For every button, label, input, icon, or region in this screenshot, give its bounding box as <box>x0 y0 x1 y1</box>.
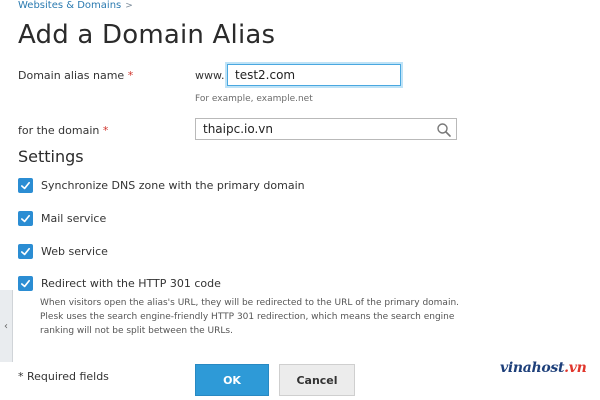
redirect-description: When visitors open the alias's URL, they… <box>40 298 460 336</box>
watermark-suffix: .vn <box>564 360 587 376</box>
checkmark-icon <box>21 181 30 190</box>
for-domain-label-text: for the domain <box>18 124 100 137</box>
domain-select[interactable]: thaipc.io.vn <box>195 118 457 140</box>
alias-name-label: Domain alias name * <box>18 69 133 82</box>
page-title: Add a Domain Alias <box>18 20 276 50</box>
alias-name-input[interactable]: test2.com <box>227 64 401 86</box>
web-service-label: Web service <box>41 245 108 258</box>
cancel-button[interactable]: Cancel <box>279 364 355 396</box>
required-fields-note: * Required fields <box>18 370 109 383</box>
checkmark-icon <box>21 247 30 256</box>
redirect-301-checkbox[interactable] <box>18 276 33 291</box>
breadcrumb-separator: > <box>125 0 133 11</box>
chevron-left-icon: ‹ <box>4 320 8 332</box>
watermark-text: vinahost <box>500 360 565 376</box>
for-domain-label: for the domain * <box>18 124 108 137</box>
option-mail-service[interactable]: Mail service <box>18 211 106 226</box>
checkmark-icon <box>21 279 30 288</box>
sync-dns-checkbox[interactable] <box>18 178 33 193</box>
search-icon[interactable] <box>436 122 452 138</box>
option-redirect-301[interactable]: Redirect with the HTTP 301 code <box>18 276 221 291</box>
sync-dns-label: Synchronize DNS zone with the primary do… <box>41 179 305 192</box>
checkmark-icon <box>21 214 30 223</box>
sidebar-toggle[interactable]: ‹ <box>0 290 13 362</box>
mail-service-label: Mail service <box>41 212 107 225</box>
mail-service-checkbox[interactable] <box>18 211 33 226</box>
alias-name-hint: For example, example.net <box>195 94 313 104</box>
required-mark: * <box>127 69 134 82</box>
option-web-service[interactable]: Web service <box>18 244 108 259</box>
domain-select-value: thaipc.io.vn <box>203 122 274 136</box>
breadcrumb-link-websites-domains[interactable]: Websites & Domains <box>18 0 121 11</box>
www-prefix: www. <box>195 69 225 82</box>
breadcrumb: Websites & Domains > <box>18 0 133 11</box>
web-service-checkbox[interactable] <box>18 244 33 259</box>
watermark-logo: vinahost.vn <box>500 360 587 376</box>
redirect-301-label: Redirect with the HTTP 301 code <box>41 277 221 290</box>
option-sync-dns[interactable]: Synchronize DNS zone with the primary do… <box>18 178 305 193</box>
required-mark: * <box>102 124 109 137</box>
alias-name-label-text: Domain alias name <box>18 69 125 82</box>
settings-heading: Settings <box>18 147 84 166</box>
ok-button[interactable]: OK <box>195 364 269 396</box>
